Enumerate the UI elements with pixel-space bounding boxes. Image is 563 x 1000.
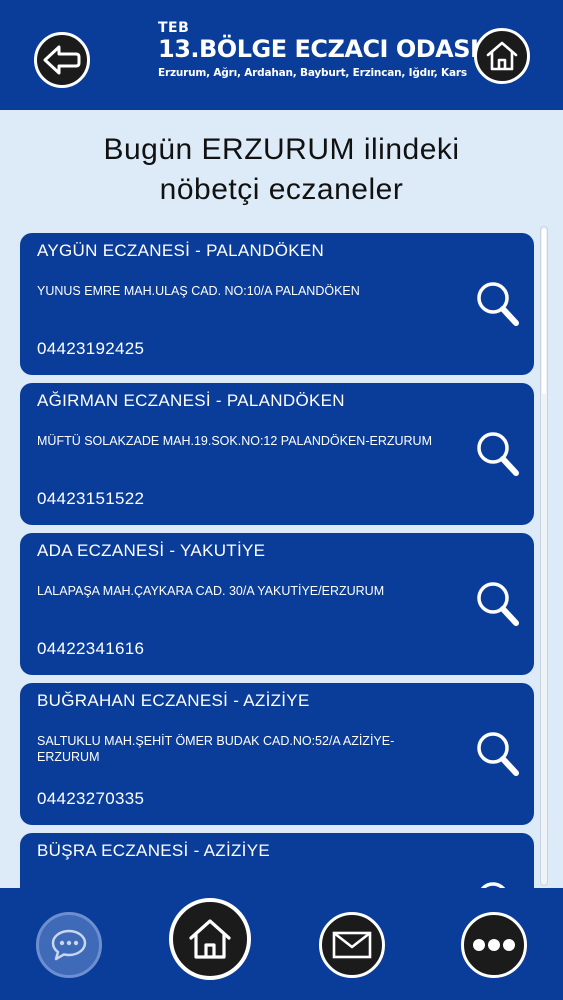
mail-icon [332, 931, 372, 959]
pharmacy-card[interactable]: AYGÜN ECZANESİ - PALANDÖKEN YUNUS EMRE M… [20, 233, 534, 375]
pharmacy-name: AYGÜN ECZANESİ - PALANDÖKEN [37, 241, 325, 260]
home-icon [189, 919, 231, 959]
pharmacy-phone[interactable]: 04423192425 [37, 339, 144, 359]
pharmacy-name: BUĞRAHAN ECZANESİ - AZİZİYE [37, 691, 310, 710]
page-title: Bugün ERZURUM ilindeki nöbetçi eczaneler [0, 130, 563, 210]
back-button[interactable] [34, 32, 90, 88]
page-title-line1: Bugün ERZURUM ilindeki [103, 133, 460, 166]
mail-button[interactable] [319, 912, 385, 978]
pharmacy-card[interactable]: ADA ECZANESİ - YAKUTİYE LALAPAŞA MAH.ÇAY… [20, 533, 534, 675]
pharmacy-name: AĞIRMAN ECZANESİ - PALANDÖKEN [37, 391, 345, 410]
search-icon[interactable] [474, 879, 520, 888]
back-arrow-icon [43, 45, 81, 75]
search-icon[interactable] [474, 729, 520, 777]
brand-org-name: 13.BÖLGE ECZACI ODASI [158, 35, 479, 63]
pharmacy-phone[interactable]: 04423270335 [37, 789, 144, 809]
home-button[interactable] [169, 898, 251, 980]
brand-teb: TEB [158, 20, 190, 36]
pharmacy-card[interactable]: AĞIRMAN ECZANESİ - PALANDÖKEN MÜFTÜ SOLA… [20, 383, 534, 525]
pharmacy-list[interactable]: AYGÜN ECZANESİ - PALANDÖKEN YUNUS EMRE M… [20, 233, 534, 888]
pharmacy-address: LALAPAŞA MAH.ÇAYKARA CAD. 30/A YAKUTİYE/… [37, 584, 385, 598]
search-icon[interactable] [474, 429, 520, 477]
pharmacy-card[interactable]: BUĞRAHAN ECZANESİ - AZİZİYE SALTUKLU MAH… [20, 683, 534, 825]
search-icon[interactable] [474, 279, 520, 327]
list-scrollbar-thumb[interactable] [542, 229, 546, 394]
home-icon [486, 41, 518, 71]
brand-cities: Erzurum, Ağrı, Ardahan, Bayburt, Erzinca… [158, 67, 467, 79]
brand-block: TEB 13.BÖLGE ECZACI ODASI Erzurum, Ağrı,… [158, 20, 479, 79]
pharmacy-address: MÜFTÜ SOLAKZADE MAH.19.SOK.NO:12 PALANDÖ… [37, 434, 432, 448]
pharmacy-address: SALTUKLU MAH.ŞEHİT ÖMER BUDAK CAD.NO:52/… [37, 734, 395, 764]
pharmacy-address: YUNUS EMRE MAH.ULAŞ CAD. NO:10/A PALANDÖ… [37, 284, 360, 298]
chat-icon [51, 929, 87, 961]
pharmacy-name: ADA ECZANESİ - YAKUTİYE [37, 541, 266, 560]
pharmacy-phone[interactable]: 04422341616 [37, 639, 144, 659]
pharmacy-name: BÜŞRA ECZANESİ - AZİZİYE [37, 841, 270, 860]
page-title-line2: nöbetçi eczaneler [159, 173, 404, 206]
home-top-button[interactable] [474, 28, 530, 84]
bottom-navigation [0, 888, 563, 1000]
more-button[interactable] [461, 912, 527, 978]
pharmacy-phone[interactable]: 04423151522 [37, 489, 144, 509]
chat-button[interactable] [36, 912, 102, 978]
list-scrollbar[interactable] [540, 226, 548, 886]
app-header: TEB 13.BÖLGE ECZACI ODASI Erzurum, Ağrı,… [0, 0, 563, 110]
more-icon [473, 939, 515, 951]
search-icon[interactable] [474, 579, 520, 627]
pharmacy-card[interactable]: BÜŞRA ECZANESİ - AZİZİYE [20, 833, 534, 888]
